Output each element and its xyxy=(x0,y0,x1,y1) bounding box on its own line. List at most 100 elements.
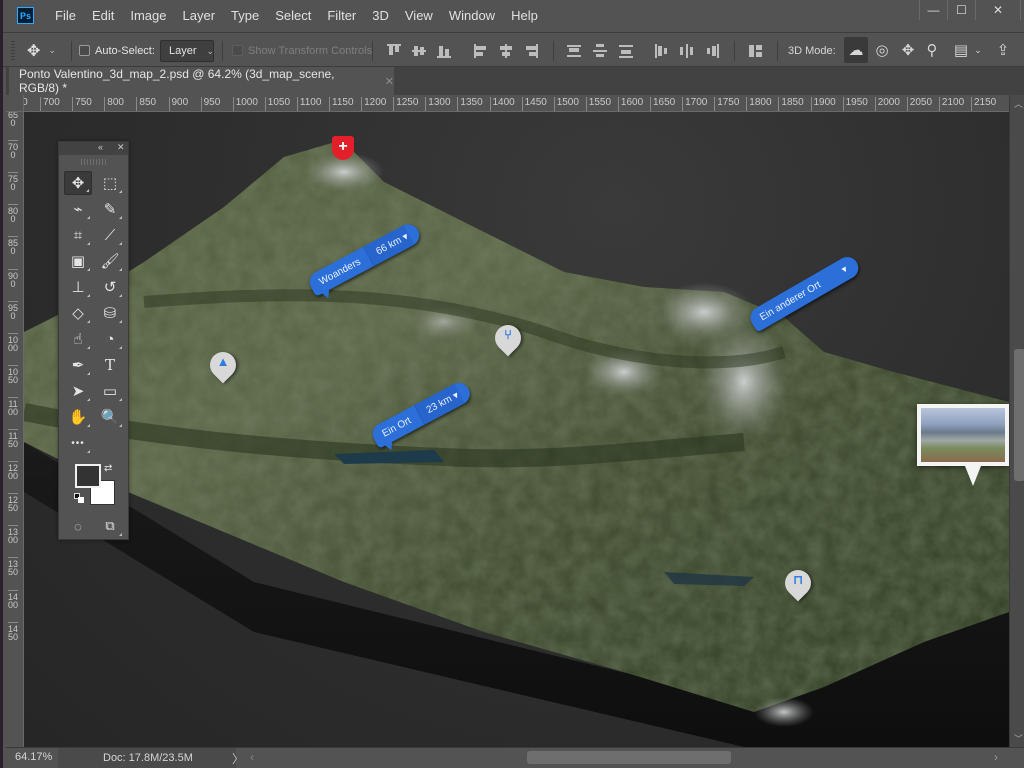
paint-bucket-tool-icon[interactable]: ⛁ xyxy=(96,301,124,325)
menu-edit[interactable]: Edit xyxy=(84,0,122,32)
edit-toolbar-tool-icon[interactable]: ••• xyxy=(64,431,92,455)
eyedropper-tool-icon[interactable]: ⟋ xyxy=(96,223,124,247)
orbit-3d-camera-icon[interactable]: ☁ xyxy=(844,37,868,63)
brush-tool-icon[interactable]: 🖌 xyxy=(96,249,124,273)
crop-tool-icon[interactable]: ⌗ xyxy=(64,223,92,247)
auto-align-layers-icon[interactable] xyxy=(748,43,764,59)
menu-help[interactable]: Help xyxy=(503,0,546,32)
menu-layer[interactable]: Layer xyxy=(175,0,224,32)
distribute-right-edges-icon[interactable] xyxy=(705,43,721,59)
distribute-bottom-edges-icon[interactable] xyxy=(618,43,634,59)
tools-panel-header[interactable]: « ✕ xyxy=(59,142,128,155)
distribute-vertical-centers-icon[interactable] xyxy=(592,43,608,59)
photo-callout[interactable] xyxy=(917,404,1009,486)
scroll-right-icon[interactable]: › xyxy=(994,750,998,764)
close-tab-icon[interactable]: ✕ xyxy=(385,75,394,88)
swap-colors-icon[interactable]: ⇄ xyxy=(104,463,112,474)
ruler-tick-label: 1950 xyxy=(842,97,868,111)
vertical-scrollbar[interactable]: ︿ ﹀ xyxy=(1009,95,1024,747)
hand-tool-icon[interactable]: ✋ xyxy=(64,405,92,429)
ruler-tick-label: 1400 xyxy=(489,97,515,111)
magic-wand-tool-icon[interactable]: ✎ xyxy=(96,197,124,221)
distribute-horizontal-centers-icon[interactable] xyxy=(679,43,695,59)
close-button[interactable]: ✕ xyxy=(975,0,1021,20)
document-tab[interactable]: Ponto Valentino_3d_map_2.psd @ 64.2% (3d… xyxy=(9,67,394,95)
menu-select[interactable]: Select xyxy=(267,0,319,32)
minimize-button[interactable]: — xyxy=(919,0,947,20)
align-right-edges-icon[interactable] xyxy=(523,43,539,59)
panel-grip[interactable] xyxy=(80,159,107,165)
swiss-flag-marker[interactable]: + xyxy=(332,136,354,160)
ruler-tick-label: 1300 xyxy=(8,525,19,546)
checkbox-box[interactable] xyxy=(79,45,90,56)
checkbox-box[interactable] xyxy=(232,45,243,56)
lasso-tool-icon[interactable]: ⌁ xyxy=(64,197,92,221)
zoom-3d-camera-icon[interactable]: ⚲ xyxy=(920,37,944,63)
vertical-ruler[interactable]: 650 700 750 800 850 900 950 1000 1050 1100 1150 120… xyxy=(6,112,24,747)
dropdown-value: Layer xyxy=(169,45,197,57)
scroll-thumb[interactable] xyxy=(1014,349,1024,481)
default-colors-icon[interactable] xyxy=(74,493,84,503)
scroll-down-icon[interactable]: ﹀ xyxy=(1014,732,1023,745)
camping-pin[interactable]: ▲ xyxy=(204,346,242,384)
restaurant-pin[interactable]: ⑂ xyxy=(489,319,527,357)
quick-mask-icon[interactable]: ◌ xyxy=(64,514,92,538)
align-horizontal-centers-icon[interactable] xyxy=(498,43,514,59)
history-brush-tool-icon[interactable]: ↺ xyxy=(96,275,124,299)
rectangle-tool-icon[interactable]: ▭ xyxy=(96,379,124,403)
pen-tool-icon[interactable]: ✒ xyxy=(64,353,92,377)
ruler-origin[interactable] xyxy=(6,95,24,112)
distribute-left-edges-icon[interactable] xyxy=(653,43,669,59)
auto-select-target-dropdown[interactable]: Layer ⌄ xyxy=(160,40,214,62)
document-canvas[interactable]: + Woanders 66 km ▾ Ein Ort 23 km ▾ Ein a… xyxy=(24,112,1009,747)
foreground-color-swatch[interactable] xyxy=(75,464,101,488)
menu-type[interactable]: Type xyxy=(223,0,267,32)
show-transform-controls-checkbox[interactable]: Show Transform Controls xyxy=(232,33,372,68)
ruler-tick-label: 2050 xyxy=(906,97,932,111)
auto-select-checkbox[interactable]: Auto-Select: xyxy=(79,33,155,68)
type-tool-icon[interactable]: T xyxy=(96,353,124,377)
hotel-bed-pin[interactable]: ⊓ xyxy=(779,564,817,602)
horizontal-scroll-thumb[interactable] xyxy=(527,751,731,764)
menu-view[interactable]: View xyxy=(397,0,441,32)
menu-3d[interactable]: 3D xyxy=(364,0,397,32)
maximize-button[interactable]: ☐ xyxy=(947,0,975,20)
eraser-tool-icon[interactable]: ◇ xyxy=(64,301,92,325)
roll-3d-camera-icon[interactable]: ◎ xyxy=(870,37,894,63)
3d-terrain-map[interactable] xyxy=(24,112,1009,747)
zoom-level[interactable]: 64.17% xyxy=(15,751,52,763)
ruler-tick-label: 1550 xyxy=(585,97,611,111)
zoom-tool-icon[interactable]: 🔍 xyxy=(96,405,124,429)
pan-3d-camera-icon[interactable]: ✥ xyxy=(896,37,920,63)
dodge-tool-icon[interactable]: ◔ xyxy=(96,327,124,351)
collapse-panel-icon[interactable]: « xyxy=(98,142,103,152)
scroll-up-icon[interactable]: ︿ xyxy=(1014,97,1023,110)
auto-select-label: Auto-Select: xyxy=(95,44,155,57)
smudge-tool-icon[interactable]: ☝ xyxy=(64,327,92,351)
workspace-switcher-icon[interactable]: ▤ xyxy=(949,37,973,63)
healing-brush-tool-icon[interactable]: ▣ xyxy=(64,249,92,273)
align-top-edges-icon[interactable] xyxy=(386,43,402,59)
menu-window[interactable]: Window xyxy=(441,0,503,32)
clone-stamp-tool-icon[interactable]: ⊥ xyxy=(64,275,92,299)
align-left-edges-icon[interactable] xyxy=(473,43,489,59)
screen-mode-icon[interactable]: ⧉ xyxy=(96,514,124,538)
scroll-left-icon[interactable]: ‹ xyxy=(250,750,254,764)
options-bar-grip[interactable] xyxy=(11,41,15,61)
align-bottom-edges-icon[interactable] xyxy=(436,43,452,59)
status-menu-arrow-icon[interactable]: 〉 xyxy=(232,750,244,767)
menu-file[interactable]: File xyxy=(47,0,84,32)
share-icon[interactable]: ⇪ xyxy=(991,37,1015,63)
menu-image[interactable]: Image xyxy=(122,0,174,32)
menu-filter[interactable]: Filter xyxy=(319,0,364,32)
tool-preset-picker[interactable]: ✥ ⌄ xyxy=(27,33,56,68)
ruler-tick-label: 1450 xyxy=(521,97,547,111)
path-selection-tool-icon[interactable]: ➤ xyxy=(64,379,92,403)
move-tool-icon[interactable]: ✥ xyxy=(64,171,92,195)
rectangular-marquee-tool-icon[interactable]: ⬚ xyxy=(96,171,124,195)
close-panel-icon[interactable]: ✕ xyxy=(117,142,125,153)
align-vertical-centers-icon[interactable] xyxy=(411,43,427,59)
distribute-top-edges-icon[interactable] xyxy=(566,43,582,59)
chevron-down-icon[interactable]: ⌄ xyxy=(971,37,985,63)
horizontal-ruler[interactable]: 650 700 750 800 850 900 950 1000 1050 1100 1150 120… xyxy=(24,95,1009,112)
